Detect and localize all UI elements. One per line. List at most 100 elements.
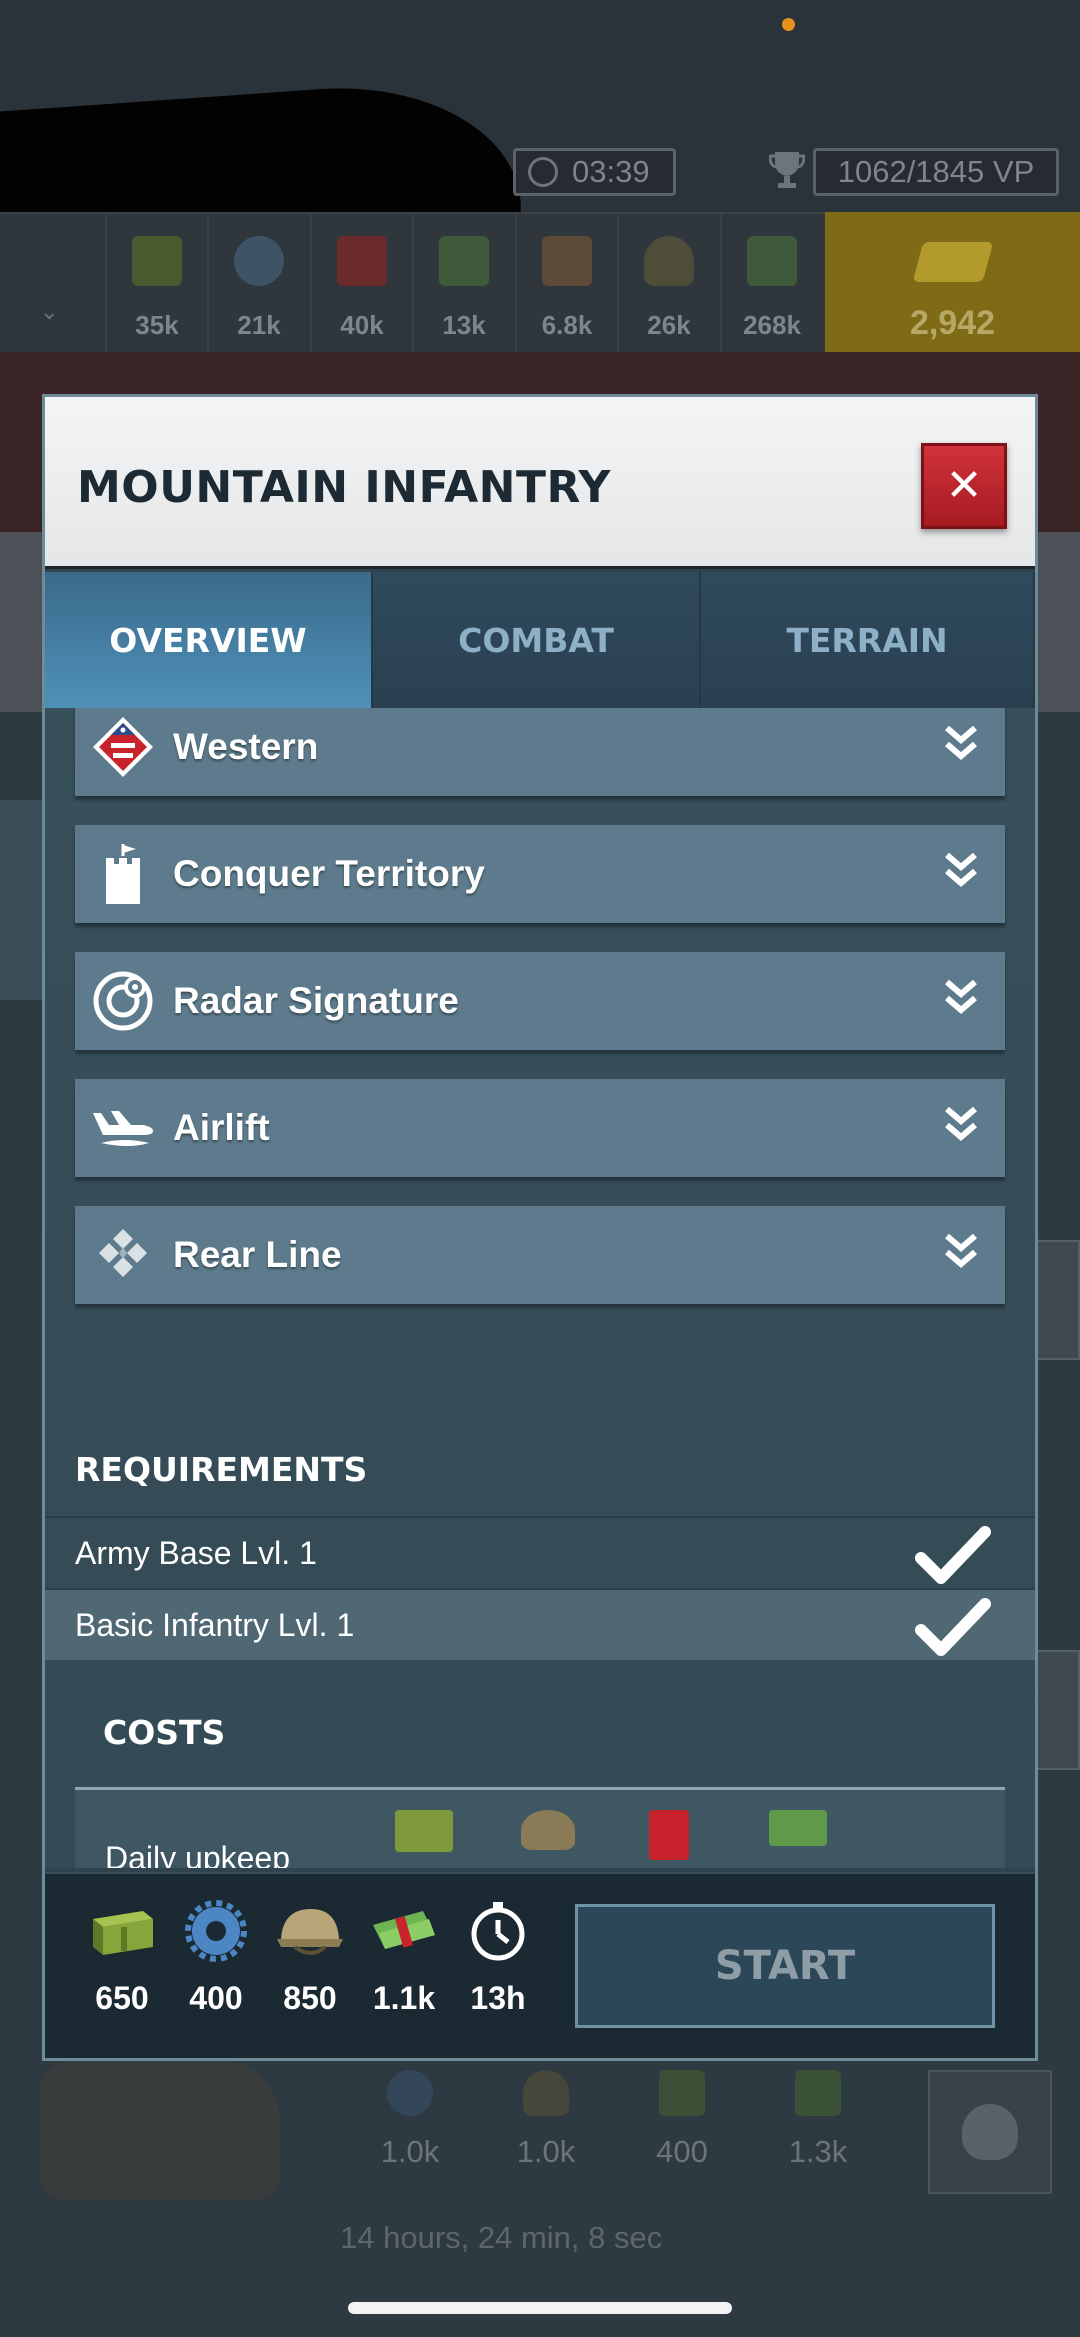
feature-label: Rear Line [173,1234,342,1275]
costs-heading: COSTS [103,1713,226,1752]
skull-helmet-icon [962,2104,1018,2160]
victory-points[interactable]: 1062/1845 VP [813,148,1059,196]
resource-value: 21k [237,310,281,340]
resource-rare-materials[interactable]: 6.8k [515,214,617,354]
chevron-down-icon [945,725,977,760]
footer-cost-item: 13h [453,1896,543,2017]
background-cost-value: 400 [656,2134,708,2169]
components-gear-icon [234,236,284,286]
gold-value: 2,942 [909,304,996,342]
footer-cost-item: 400 [171,1896,261,2017]
resource-value: 268k [743,310,801,340]
modal-title: MOUNTAIN INFANTRY [77,462,611,513]
money-icon [369,1896,439,1966]
costs-table: Daily upkeep [75,1790,1005,1868]
costs-row-label: Daily upkeep [105,1840,290,1868]
background-card [1036,1650,1080,1770]
requirement-label: Army Base Lvl. 1 [75,1534,317,1571]
checkmark-icon [915,1598,991,1656]
resource-supplies[interactable]: 35k [105,214,207,354]
rear-line-diamond-icon [87,1219,159,1291]
background-card [1036,1240,1080,1360]
resource-money[interactable]: 268k [720,214,822,354]
resource-value: 40k [340,310,384,340]
footer-cost-item: 650 [77,1896,167,2017]
money-icon [747,236,797,286]
resource-fuel[interactable]: 40k [310,214,412,354]
tab-terrain[interactable]: TERRAIN [701,572,1035,708]
footer-cost-value: 13h [470,1980,526,2016]
resource-value: 35k [135,310,179,340]
footer-cost-value: 1.1k [372,1980,436,2016]
event-timer: 03:39 [513,148,676,196]
overview-content[interactable]: Western Conquer Territory Radar Signatur… [45,708,1035,1868]
background-cost-item: 1.0k [496,2070,596,2170]
rare-materials-icon [542,236,592,286]
background-cost-item: 1.3k [768,2070,868,2170]
close-button[interactable]: ✕ [921,443,1007,529]
modal-footer: 650 400 850 1.1k 13h START [45,1872,1035,2058]
manpower-helmet-icon [523,2070,569,2116]
home-indicator[interactable] [348,2302,732,2314]
status-indicator-dot [782,18,795,31]
manpower-helmet-icon [275,1896,345,1966]
modal-header: MOUNTAIN INFANTRY ✕ [45,397,1035,569]
checkmark-icon [915,1526,991,1584]
castle-tower-icon [87,838,159,910]
supplies-crate-icon [395,1810,453,1852]
background-cost-value: 1.3k [788,2134,848,2169]
chevron-down-icon [945,1233,977,1268]
footer-cost-value: 850 [283,1980,337,2016]
chevron-down-icon [945,979,977,1014]
expand-chevron-icon[interactable]: ⌄ [40,300,58,325]
feature-western[interactable]: Western [75,708,1005,796]
footer-cost-value: 400 [189,1980,243,2016]
unit-info-modal: MOUNTAIN INFANTRY ✕ OVERVIEW COMBAT TERR… [42,394,1038,2061]
resource-value: 13k [442,310,486,340]
gold-bars-icon [912,242,993,282]
tab-overview[interactable]: OVERVIEW [45,572,373,708]
start-button[interactable]: START [575,1904,995,2028]
supplies-crate-icon [132,236,182,286]
feature-conquer-territory[interactable]: Conquer Territory [75,825,1005,923]
background-cost-item: 400 [632,2070,732,2170]
manpower-helmet-icon [521,1810,575,1850]
money-icon [795,2070,841,2116]
western-doctrine-shield-icon [87,711,159,783]
resource-electronics[interactable]: 13k [412,214,514,354]
feature-radar-signature[interactable]: Radar Signature [75,952,1005,1050]
background-build-timer: 14 hours, 24 min, 8 sec [340,2220,663,2255]
manpower-helmet-icon [644,236,694,286]
background-action-button [928,2070,1052,2194]
feature-label: Western [173,726,319,767]
components-gear-icon [181,1896,251,1966]
radar-icon [87,965,159,1037]
fuel-can-icon [649,1810,689,1860]
electronics-icon [439,236,489,286]
resource-manpower[interactable]: 26k [617,214,719,354]
requirement-label: Basic Infantry Lvl. 1 [75,1606,355,1643]
chevron-down-icon [945,1106,977,1141]
build-time-stopwatch-icon [463,1896,533,1966]
footer-cost-value: 650 [95,1980,149,2016]
resource-value: 26k [647,310,691,340]
feature-rear-line[interactable]: Rear Line [75,1206,1005,1304]
fuel-can-icon [337,236,387,286]
feature-airlift[interactable]: Airlift [75,1079,1005,1177]
footer-cost-item: 850 [265,1896,355,2017]
components-gear-icon [387,2070,433,2116]
requirements-heading: REQUIREMENTS [75,1450,368,1489]
airlift-plane-icon [87,1092,159,1164]
close-icon: ✕ [945,460,983,511]
unit-artwork [40,2060,280,2200]
tab-combat[interactable]: COMBAT [373,572,701,708]
resource-gold[interactable]: 2,942 [825,212,1080,352]
tab-bar: OVERVIEW COMBAT TERRAIN [45,572,1035,708]
feature-label: Radar Signature [173,980,459,1021]
feature-label: Airlift [173,1107,270,1148]
money-icon [769,1810,827,1846]
resource-components[interactable]: 21k [207,214,309,354]
feature-label: Conquer Territory [173,853,485,894]
event-timer-value: 03:39 [572,154,650,189]
background-cost-item: 1.0k [360,2070,460,2170]
